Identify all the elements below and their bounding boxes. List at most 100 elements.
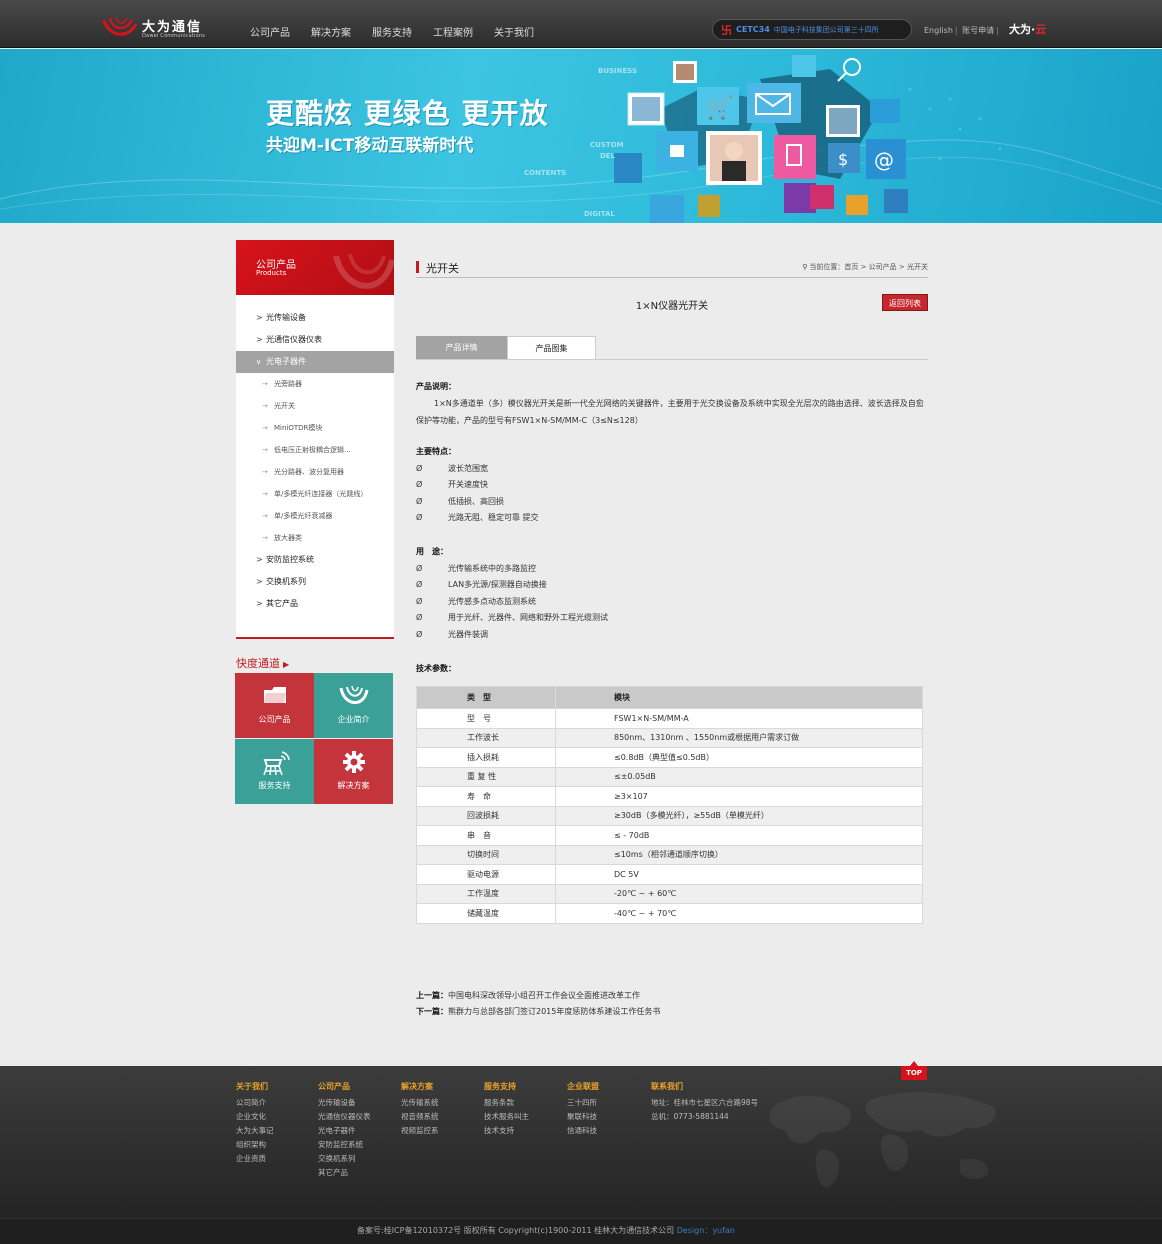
footer-link[interactable]: 企业文化 — [236, 1110, 274, 1124]
nav-item-cases[interactable]: 工程案例 — [433, 24, 473, 39]
nav-item-products[interactable]: 公司产品 — [250, 24, 290, 39]
bullet-icon: Ø — [416, 496, 423, 506]
sidebar-subitem[interactable]: → MiniOTDR模块 — [236, 417, 394, 439]
tab-details[interactable]: 产品详情 — [416, 336, 507, 359]
footer-link[interactable]: 公司简介 — [236, 1096, 274, 1110]
footer-link[interactable]: 视频监控系 — [401, 1124, 439, 1138]
back-to-list-button[interactable]: 返回列表 — [882, 294, 928, 311]
quick-access-title: 快度通道 ▶ — [236, 657, 290, 670]
footer-link[interactable]: 其它产品 — [318, 1166, 371, 1180]
copyright: 备案号:桂ICP备12010372号 版权所有 Copyright(c)1900… — [357, 1226, 735, 1235]
sidebar-item-switches[interactable]: > 交换机系列 — [236, 571, 394, 593]
list-item: Ø 光路无阻、稳定可靠 提交 — [416, 510, 539, 527]
arrow-right-icon: → — [262, 512, 268, 520]
chevron-right-icon: > — [256, 555, 263, 564]
table-row: 串 音 ≤ - 70dB — [416, 825, 923, 846]
nav-item-solutions[interactable]: 解决方案 — [311, 24, 351, 39]
prev-article-link[interactable]: 上一篇：中国电科深改领导小组召开工作会议全面推进改革工作 — [416, 990, 640, 1001]
footer-link[interactable]: 组织架构 — [236, 1138, 274, 1152]
nav-item-about[interactable]: 关于我们 — [494, 24, 534, 39]
table-row: 工作波长 850nm、1310nm 、1550nm或根据用户需求订做 — [416, 727, 923, 748]
bullet-icon: Ø — [416, 480, 423, 490]
dawei-cloud-link[interactable]: 大为·云 — [1009, 21, 1046, 37]
spec-table: 类 型模块 型 号 FSW1×N-SM/MM-A 工作波长 850nm、1310nm… — [416, 686, 923, 924]
folder-icon — [263, 687, 286, 703]
location-pin-icon: ⚲ — [802, 263, 808, 271]
account-apply-link[interactable]: 账号申请 — [962, 26, 994, 35]
table-row: 工作温度 -20℃ ~ + 60℃ — [416, 883, 923, 904]
footer-link[interactable]: 交换机系列 — [318, 1152, 371, 1166]
footer-link[interactable]: 光通信仪器仪表 — [318, 1110, 371, 1124]
list-item: Ø 用于光纤、光器件、网络和野外工程光缆测试 — [416, 610, 608, 627]
quick-products-button[interactable]: 公司产品 — [235, 673, 314, 738]
footer-link[interactable]: 光传输设备 — [318, 1096, 371, 1110]
site-logo[interactable]: 大为通信 Dawei Communications — [102, 12, 212, 42]
sidebar-subitem[interactable]: → 单/多模光纤衰减器 — [236, 505, 394, 527]
footer-col-about: 关于我们 公司简介 企业文化 大为大事记 组织架构 企业资质 — [236, 1081, 274, 1166]
sidebar-subitem[interactable]: → 光开关 — [236, 395, 394, 417]
sidebar-item-optoelectronic[interactable]: ∨ 光电子器件 — [236, 351, 394, 373]
arrow-right-icon: → — [262, 446, 268, 454]
design-credit[interactable]: Design：yufan — [677, 1226, 735, 1235]
quick-access-grid: 公司产品 企业简介 服务支持 解决方案 — [235, 673, 394, 804]
sidebar-item-instruments[interactable]: > 光通信仪器仪表 — [236, 329, 394, 351]
next-article-link[interactable]: 下一篇：熊群力与总部各部门签订2015年度惩防体系建设工作任务书 — [416, 1006, 660, 1017]
list-item: Ø 光器件装调 — [416, 627, 608, 644]
cetc-badge[interactable]: 卐 CETC34 中国电子科技集团公司第三十四所 — [712, 19, 912, 40]
quick-company-button[interactable]: 企业简介 — [314, 673, 393, 738]
sidebar-subitem[interactable]: → 光分路器、波分复用器 — [236, 461, 394, 483]
table-row: 重 复 性 ≤±0.05dB — [416, 766, 923, 787]
banner-subline: 共迎M-ICT移动互联新时代 — [266, 136, 474, 156]
tab-gallery[interactable]: 产品图集 — [507, 336, 596, 359]
nav-item-support[interactable]: 服务支持 — [372, 24, 412, 39]
sidebar-subitem[interactable]: → 低电压正射极耦合逻辑... — [236, 439, 394, 461]
product-sidebar: 公司产品 Products > 光传输设备 > 光通信仪器仪表 ∨ 光电子器件 → 光旁… — [236, 240, 394, 639]
table-row: 回波损耗 ≥30dB（多模光纤），≥55dB（单模光纤） — [416, 805, 923, 826]
footer-link[interactable]: 光电子器件 — [318, 1124, 371, 1138]
table-row: 切换时间 ≤10ms（相邻通道顺序切换） — [416, 844, 923, 865]
product-tabs: 产品详情 产品图集 — [416, 336, 928, 360]
table-row: 型 号 FSW1×N-SM/MM-A — [416, 708, 923, 729]
hero-banner: 🛒 $ @ BUSINESS CUSTOM DEL CONTENTS DIGIT… — [0, 49, 1162, 223]
back-to-top-button[interactable]: TOP — [901, 1066, 927, 1080]
sidebar-subitem[interactable]: → 放大器类 — [236, 527, 394, 549]
header-links: English | 账号申请 | — [924, 26, 999, 35]
bullet-icon: Ø — [416, 580, 423, 590]
footer-link[interactable]: 大为大事记 — [236, 1124, 274, 1138]
quick-solutions-button[interactable]: 解决方案 — [314, 739, 393, 804]
table-row: 储藏温度 -40℃ ~ + 70℃ — [416, 903, 923, 924]
arrow-right-icon: → — [262, 424, 268, 432]
features-label: 主要特点： — [416, 447, 456, 456]
footer-link[interactable]: 技术服务叫主 — [484, 1110, 529, 1124]
banner-word: DIGITAL — [584, 210, 615, 218]
sidebar-item-security[interactable]: > 安防监控系统 — [236, 549, 394, 571]
sidebar-subitem[interactable]: → 单/多模光纤连接器（光跳线） — [236, 483, 394, 505]
sidebar-item-other[interactable]: > 其它产品 — [236, 593, 394, 615]
chevron-right-icon: > — [256, 599, 263, 608]
footer-col-contact: 联系我们 地址：桂林市七星区六合路98号 总机：0773-5881144 — [651, 1081, 758, 1124]
footer-link[interactable]: 聚联科技 — [567, 1110, 599, 1124]
english-link[interactable]: English — [924, 26, 953, 35]
footer-link[interactable]: 服务条款 — [484, 1096, 529, 1110]
banner-artwork: 🛒 $ @ — [0, 55, 1162, 223]
footer-col-solutions: 解决方案 光传输系统 视音频系统 视频监控系 — [401, 1081, 439, 1138]
cetc-name: CETC34 — [736, 25, 770, 34]
footer-link[interactable]: 企业资质 — [236, 1152, 274, 1166]
page-title: 光开关 — [426, 262, 459, 275]
site-header: 大为通信 Dawei Communications 公司产品 解决方案 服务支持… — [0, 0, 1162, 48]
svg-text:$: $ — [838, 150, 848, 169]
footer-link[interactable]: 光传输系统 — [401, 1096, 439, 1110]
footer-link[interactable]: 安防监控系统 — [318, 1138, 371, 1152]
footer-link[interactable]: 三十四所 — [567, 1096, 599, 1110]
list-item: Ø 光传感多点动态监测系统 — [416, 594, 608, 611]
footer-address: 地址：桂林市七星区六合路98号 — [651, 1098, 759, 1107]
sidebar-item-optical-transmission[interactable]: > 光传输设备 — [236, 307, 394, 329]
footer-link[interactable]: 视音频系统 — [401, 1110, 439, 1124]
sidebar-subitem[interactable]: → 光旁路器 — [236, 373, 394, 395]
footer-link[interactable]: 技术支持 — [484, 1124, 529, 1138]
footer-phone: 总机：0773-5881144 — [651, 1112, 729, 1121]
product-name: 1×N仪器光开关 — [635, 301, 709, 312]
footer-link[interactable]: 信通科技 — [567, 1124, 599, 1138]
quick-support-button[interactable]: 服务支持 — [235, 739, 314, 804]
sidebar-title-en: Products — [256, 269, 287, 277]
